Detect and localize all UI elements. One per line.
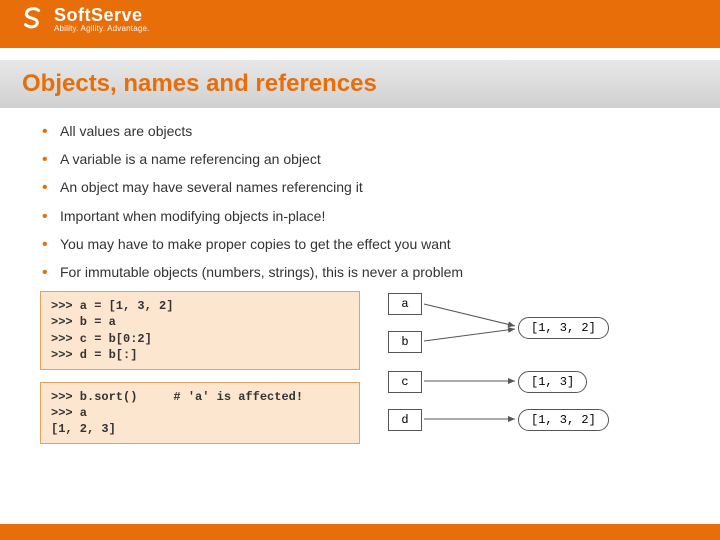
list-item: For immutable objects (numbers, strings)… — [40, 263, 680, 281]
slide-content: All values are objects A variable is a n… — [0, 108, 720, 281]
code-block-1: >>> a = [1, 3, 2] >>> b = a >>> c = b[0:… — [40, 291, 360, 370]
var-box-b: b — [388, 331, 422, 353]
bullet-list: All values are objects A variable is a n… — [40, 122, 680, 281]
brand-logo: SoftServe Ability. Agility. Advantage. — [18, 4, 150, 34]
obj-box-c: [1, 3] — [518, 371, 587, 393]
code-block-2: >>> b.sort() # 'a' is affected! >>> a [1… — [40, 382, 360, 445]
var-box-a: a — [388, 293, 422, 315]
slide-title: Objects, names and references — [22, 70, 698, 98]
list-item: You may have to make proper copies to ge… — [40, 235, 680, 253]
footer-bar — [0, 524, 720, 540]
lower-row: >>> a = [1, 3, 2] >>> b = a >>> c = b[0:… — [0, 291, 720, 461]
var-box-c: c — [388, 371, 422, 393]
obj-box-ab: [1, 3, 2] — [518, 317, 609, 339]
list-item: All values are objects — [40, 122, 680, 140]
var-box-d: d — [388, 409, 422, 431]
list-item: Important when modifying objects in-plac… — [40, 207, 680, 225]
list-item: A variable is a name referencing an obje… — [40, 150, 680, 168]
list-item: An object may have several names referen… — [40, 178, 680, 196]
softserve-s-icon — [18, 4, 48, 34]
brand-tagline: Ability. Agility. Advantage. — [54, 24, 150, 33]
obj-box-d: [1, 3, 2] — [518, 409, 609, 431]
reference-diagram: a b c d [1, 3, 2] [1, 3] [1, 3, 2] — [380, 291, 690, 461]
brand-name: SoftServe — [54, 5, 150, 26]
title-band: Objects, names and references — [0, 60, 720, 108]
code-column: >>> a = [1, 3, 2] >>> b = a >>> c = b[0:… — [40, 291, 360, 461]
header-bar: SoftServe Ability. Agility. Advantage. — [0, 0, 720, 48]
